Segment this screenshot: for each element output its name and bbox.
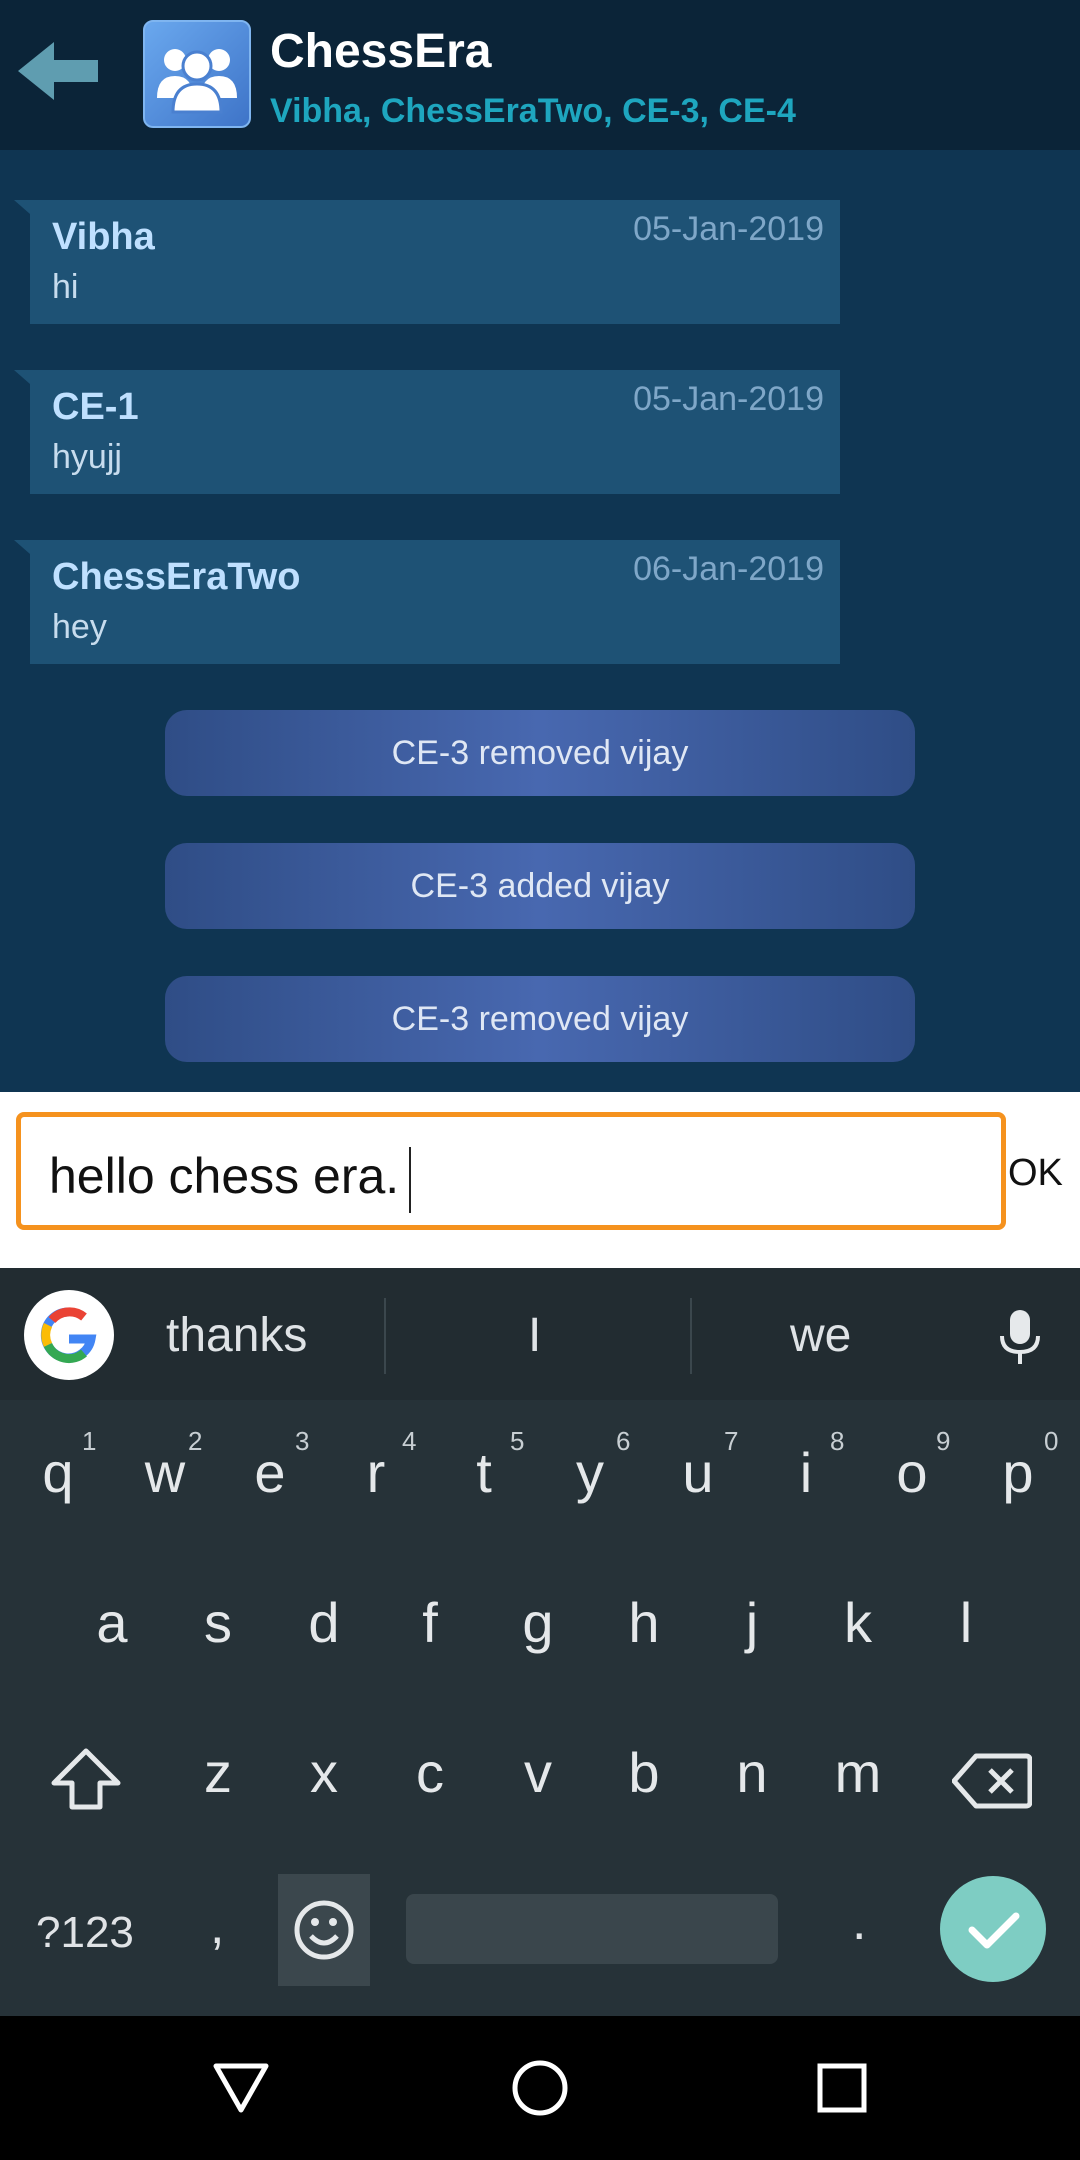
key-h[interactable]: h [604,1590,684,1655]
ok-button[interactable]: OK [1008,1152,1063,1195]
backspace-icon[interactable] [952,1752,1032,1810]
back-triangle-icon[interactable] [212,2062,270,2114]
period-key[interactable]: . [852,1892,866,1952]
message-input-value: hello chess era. [49,1148,400,1205]
key-j[interactable]: j [712,1590,792,1655]
key-n[interactable]: n [712,1740,792,1805]
enter-key[interactable] [940,1876,1046,1982]
composer-bar: hello chess era. OK [0,1092,1080,1268]
suggestion-strip: thanks I we [0,1268,1080,1400]
symbols-key[interactable]: ?123 [36,1908,134,1958]
key-l[interactable]: l [926,1590,1006,1655]
group-title: ChessEra [270,25,492,78]
comma-key[interactable]: , [210,1896,224,1956]
message-input[interactable]: hello chess era. [16,1112,1006,1230]
message-bubble[interactable]: ChessEraTwo 06-Jan-2019 hey [14,540,840,664]
key-number-hint: 7 [724,1426,739,1456]
system-note: CE-3 removed vijay [165,710,915,796]
recents-square-icon[interactable] [816,2062,868,2114]
key-d[interactable]: d [284,1590,364,1655]
key-number-hint: 4 [402,1426,417,1456]
key-x[interactable]: x [284,1740,364,1805]
key-number-hint: 9 [936,1426,951,1456]
system-note: CE-3 added vijay [165,843,915,929]
message-date: 05-Jan-2019 [633,210,824,248]
message-list[interactable]: Vibha 05-Jan-2019 hi CE-1 05-Jan-2019 hy… [0,150,1080,1092]
key-number-hint: 2 [188,1426,203,1456]
space-bar[interactable] [406,1894,778,1964]
key-g[interactable]: g [498,1590,578,1655]
key-number-hint: 0 [1044,1426,1059,1456]
system-nav-bar [0,2016,1080,2160]
shift-icon[interactable] [50,1747,122,1811]
suggestion-divider [690,1298,692,1374]
text-caret [409,1147,412,1213]
message-bubble[interactable]: Vibha 05-Jan-2019 hi [14,200,840,324]
soft-keyboard: thanks I we q 1 w 2 e 3 r 4 t 5 y 6 u 7 … [0,1268,1080,2016]
key-m[interactable]: m [818,1740,898,1805]
google-icon[interactable] [24,1290,114,1380]
suggestion-divider [384,1298,386,1374]
suggestion-i[interactable]: I [528,1308,541,1363]
key-f[interactable]: f [390,1590,470,1655]
app-header: ChessEra Vibha, ChessEraTwo, CE-3, CE-4 [0,0,1080,150]
key-k[interactable]: k [818,1590,898,1655]
emoji-key[interactable] [278,1874,370,1986]
microphone-icon[interactable] [998,1308,1042,1368]
message-date: 06-Jan-2019 [633,550,824,588]
message-date: 05-Jan-2019 [633,380,824,418]
key-s[interactable]: s [178,1590,258,1655]
message-sender: Vibha [52,216,155,258]
message-bubble[interactable]: CE-1 05-Jan-2019 hyujj [14,370,840,494]
emoji-icon [294,1900,354,1960]
key-number-hint: 6 [616,1426,631,1456]
group-members: Vibha, ChessEraTwo, CE-3, CE-4 [270,92,796,130]
message-sender: CE-1 [52,386,139,428]
key-v[interactable]: v [498,1740,578,1805]
message-text: hi [52,268,79,306]
message-text: hey [52,608,107,646]
home-circle-icon[interactable] [510,2058,570,2118]
key-number-hint: 8 [830,1426,845,1456]
key-a[interactable]: a [72,1590,152,1655]
key-c[interactable]: c [390,1740,470,1805]
key-number-hint: 1 [82,1426,97,1456]
key-z[interactable]: z [178,1740,258,1805]
system-note: CE-3 removed vijay [165,976,915,1062]
key-number-hint: 3 [295,1426,310,1456]
key-number-hint: 5 [510,1426,525,1456]
message-sender: ChessEraTwo [52,556,301,598]
key-b[interactable]: b [604,1740,684,1805]
suggestion-we[interactable]: we [790,1308,851,1363]
suggestion-thanks[interactable]: thanks [166,1308,307,1363]
message-text: hyujj [52,438,122,476]
group-avatar-icon[interactable] [143,20,251,128]
checkmark-icon [968,1912,1020,1949]
back-arrow-icon[interactable] [14,36,104,106]
